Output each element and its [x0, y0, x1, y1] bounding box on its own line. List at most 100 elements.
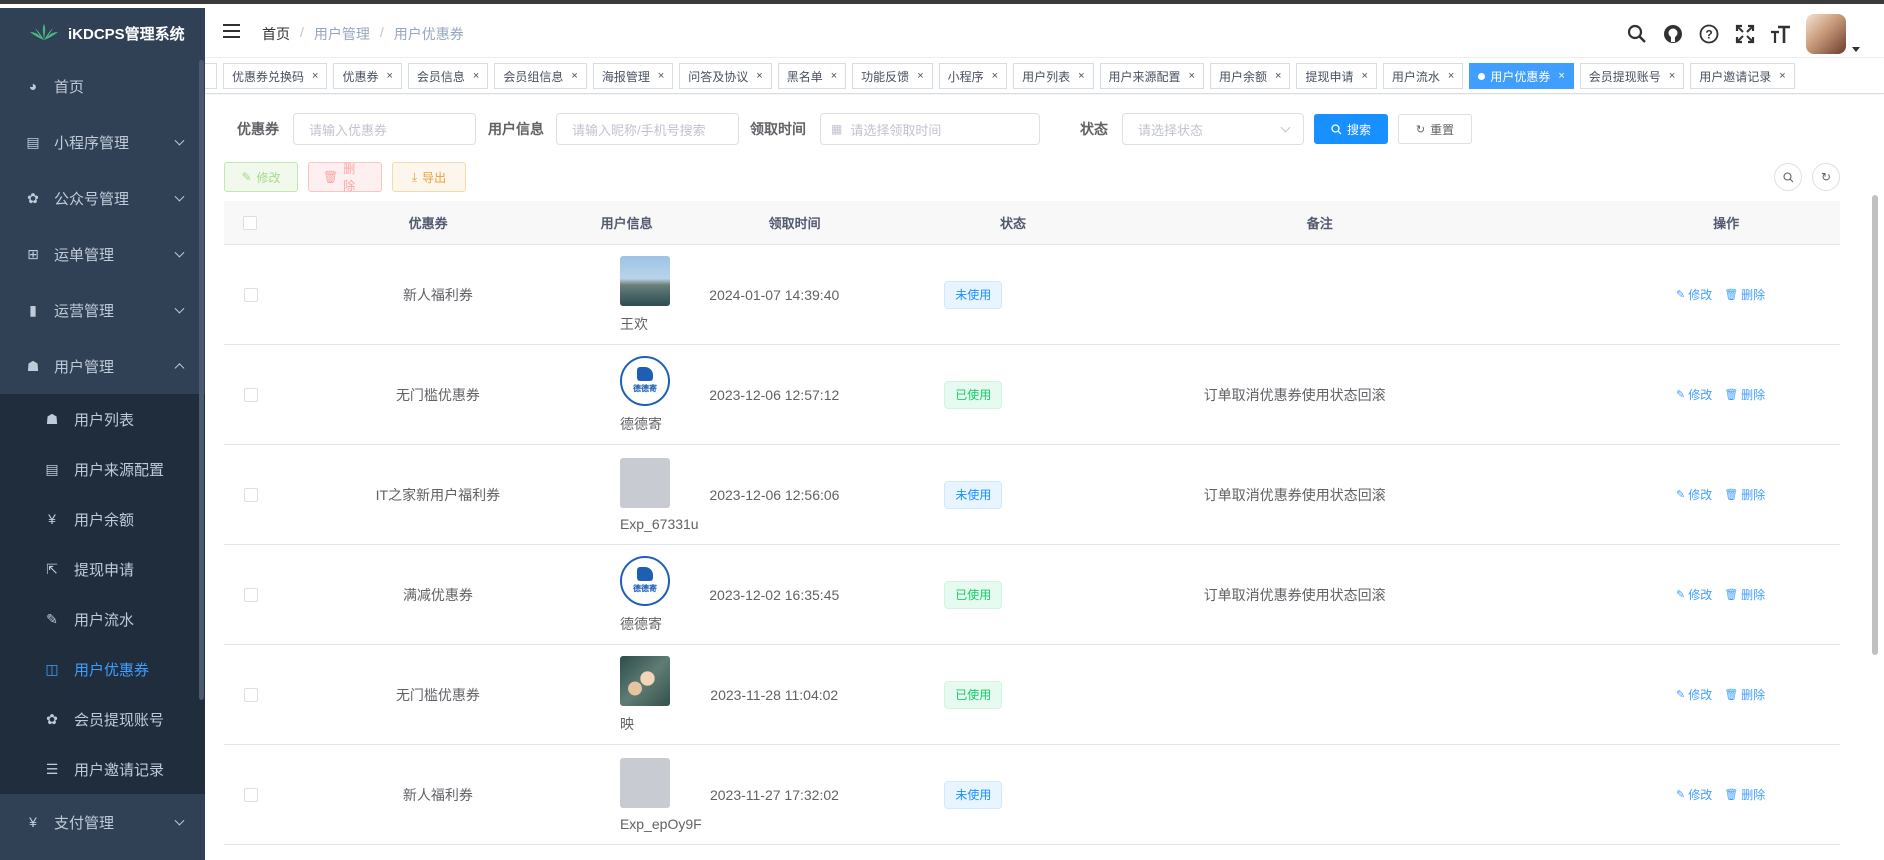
close-icon[interactable]: × — [1275, 70, 1281, 82]
row-checkbox[interactable] — [243, 787, 258, 802]
help-icon[interactable]: ? — [1698, 23, 1720, 45]
search-button[interactable]: 搜索 — [1314, 114, 1388, 144]
close-icon[interactable]: × — [473, 70, 479, 82]
sidebar-item-withdraw-account[interactable]: ✿ 会员提现账号 — [0, 694, 205, 744]
user-info-input[interactable]: 请输入昵称/手机号搜索 — [556, 113, 739, 145]
menu-item-home[interactable]: ◕ 首页 — [0, 58, 205, 114]
row-delete-link[interactable]: 🗑︎ 删除 — [1724, 386, 1765, 403]
tag-7[interactable]: 功能反馈 × — [852, 63, 933, 89]
close-icon[interactable]: × — [1448, 70, 1454, 82]
sidebar-item-user-list[interactable]: ☗ 用户列表 — [0, 394, 205, 444]
hamburger-icon[interactable] — [223, 24, 240, 40]
close-icon[interactable]: × — [571, 70, 577, 82]
github-icon[interactable] — [1662, 23, 1684, 45]
close-icon[interactable]: × — [1558, 70, 1564, 82]
table-row[interactable]: 无门槛优惠券映 2023-11-28 11:04:02 已使用 ✎ 修改 🗑︎ 删除 — [224, 645, 1840, 745]
sidebar-item-user-balance[interactable]: ¥ 用户余额 — [0, 494, 205, 544]
menu-item-user-management[interactable]: ☗ 用户管理 — [0, 338, 205, 394]
tag-9[interactable]: 用户列表 × — [1013, 63, 1094, 89]
row-edit-link[interactable]: ✎ 修改 — [1676, 486, 1712, 503]
tag-5[interactable]: 问答及协议 × — [679, 63, 772, 89]
claim-time-picker[interactable]: ▦ 请选择领取时间 — [820, 113, 1040, 145]
tag-3[interactable]: 会员组信息 × — [494, 63, 587, 89]
row-delete-link[interactable]: 🗑︎ 删除 — [1724, 286, 1765, 303]
sidebar-item-withdraw[interactable]: ⇱ 提现申请 — [0, 544, 205, 594]
sidebar-item-user-source[interactable]: ▤ 用户来源配置 — [0, 444, 205, 494]
sidebar-scrollbar[interactable] — [199, 60, 204, 700]
row-delete-link[interactable]: 🗑︎ 删除 — [1724, 486, 1765, 503]
close-icon[interactable]: × — [1361, 70, 1367, 82]
close-icon[interactable]: × — [658, 70, 664, 82]
row-edit-link[interactable]: ✎ 修改 — [1676, 686, 1712, 703]
tag-16[interactable]: 用户邀请记录 × — [1690, 63, 1795, 89]
tag-13[interactable]: 用户流水 × — [1382, 63, 1464, 89]
row-edit-link[interactable]: ✎ 修改 — [1676, 586, 1712, 603]
claim-time-label: 领取时间 — [750, 121, 806, 137]
row-edit-link[interactable]: ✎ 修改 — [1676, 786, 1712, 803]
table-row[interactable]: IT之家新用户福利券 Exp_67331u 2023-12-06 12:56:06 未… — [224, 445, 1840, 545]
refresh-table-button[interactable]: ↻ — [1812, 163, 1840, 191]
close-icon[interactable]: × — [312, 70, 318, 82]
row-checkbox[interactable] — [243, 487, 258, 502]
page-scrollbar[interactable] — [1872, 195, 1878, 655]
tag-1[interactable]: 优惠券 × — [333, 63, 402, 89]
tag-overflow[interactable] — [205, 63, 217, 89]
row-edit-link[interactable]: ✎ 修改 — [1676, 386, 1712, 403]
menu-item-payment[interactable]: ¥ 支付管理 — [0, 794, 205, 850]
table-row[interactable]: 无门槛优惠券 德德寄 德德寄 2023-12-06 12:57:12 已使用 订单取消优惠… — [224, 345, 1840, 445]
menu-item-waybill[interactable]: ⊞ 运单管理 — [0, 226, 205, 282]
sidebar-item-user-coupon[interactable]: ◫ 用户优惠券 — [0, 644, 205, 694]
row-checkbox[interactable] — [243, 287, 258, 302]
op-label: 删除 — [1741, 788, 1766, 802]
table-row[interactable]: 新人福利券 王欢 2024-01-07 14:39:40 未使用 ✎ 修改 🗑︎ 删除 — [224, 245, 1840, 345]
user-avatar-dropdown[interactable] — [1806, 14, 1862, 54]
close-icon[interactable]: × — [831, 70, 837, 82]
toggle-search-button[interactable] — [1774, 163, 1802, 191]
close-icon[interactable]: × — [1189, 70, 1195, 82]
tag-8[interactable]: 小程序 × — [938, 63, 1008, 89]
select-all-checkbox[interactable] — [242, 215, 257, 230]
app-logo[interactable]: iKDCPS管理系统 — [0, 8, 205, 58]
tag-4[interactable]: 海报管理 × — [592, 63, 674, 89]
sidebar-item-invite-records[interactable]: ☰ 用户邀请记录 — [0, 744, 205, 794]
row-checkbox[interactable] — [243, 387, 258, 402]
delete-button[interactable]: 🗑︎ 删除 — [308, 162, 382, 193]
menu-item-miniprogram[interactable]: ▤ 小程序管理 — [0, 114, 205, 170]
close-icon[interactable]: × — [386, 70, 392, 82]
search-icon[interactable] — [1626, 23, 1648, 45]
menu-item-operations[interactable]: ▮ 运营管理 — [0, 282, 205, 338]
export-button[interactable]: ⤓ 导出 — [392, 162, 466, 192]
reset-button[interactable]: ↻ 重置 — [1398, 114, 1472, 144]
table-row[interactable]: 满减优惠券 德德寄 德德寄 2023-12-02 16:35:45 已使用 订单取消优惠券… — [224, 545, 1840, 645]
close-icon[interactable]: × — [992, 70, 998, 82]
tag-2[interactable]: 会员信息 × — [407, 63, 489, 89]
row-checkbox[interactable] — [243, 587, 258, 602]
status-select[interactable]: 请选择状态 — [1122, 113, 1304, 145]
table-row[interactable]: 新人福利券 Exp_epOy9F 2023-11-27 17:32:02 未使用 ✎ 修改… — [224, 745, 1840, 845]
close-icon[interactable]: × — [1669, 70, 1675, 82]
app-title: iKDCPS管理系统 — [68, 25, 185, 43]
tag-12[interactable]: 提现申请 × — [1296, 63, 1377, 89]
row-delete-link[interactable]: 🗑︎ 删除 — [1724, 786, 1765, 803]
close-icon[interactable]: × — [756, 70, 762, 82]
row-edit-link[interactable]: ✎ 修改 — [1676, 286, 1712, 303]
tag-11[interactable]: 用户余额 × — [1209, 63, 1291, 89]
row-delete-link[interactable]: 🗑︎ 删除 — [1724, 586, 1765, 603]
fullscreen-icon[interactable] — [1734, 23, 1756, 45]
tag-0[interactable]: 优惠券兑换码 × — [223, 63, 328, 89]
font-size-icon[interactable] — [1770, 23, 1792, 45]
tag-15[interactable]: 会员提现账号 × — [1579, 63, 1685, 89]
menu-item-official-account[interactable]: ✿ 公众号管理 — [0, 170, 205, 226]
tag-14[interactable]: 用户优惠券 × — [1469, 63, 1574, 89]
close-icon[interactable]: × — [1078, 70, 1084, 82]
sidebar-item-user-flow[interactable]: ✎ 用户流水 — [0, 594, 205, 644]
coupon-input[interactable]: 请输入优惠券 — [293, 113, 476, 145]
row-delete-link[interactable]: 🗑︎ 删除 — [1724, 686, 1765, 703]
tag-6[interactable]: 黑名单 × — [777, 63, 847, 89]
breadcrumb-home[interactable]: 首页 — [262, 24, 290, 44]
edit-button[interactable]: ✎ 修改 — [224, 162, 298, 192]
close-icon[interactable]: × — [917, 70, 923, 82]
close-icon[interactable]: × — [1779, 70, 1785, 82]
tag-10[interactable]: 用户来源配置 × — [1099, 63, 1204, 89]
row-checkbox[interactable] — [243, 687, 258, 702]
